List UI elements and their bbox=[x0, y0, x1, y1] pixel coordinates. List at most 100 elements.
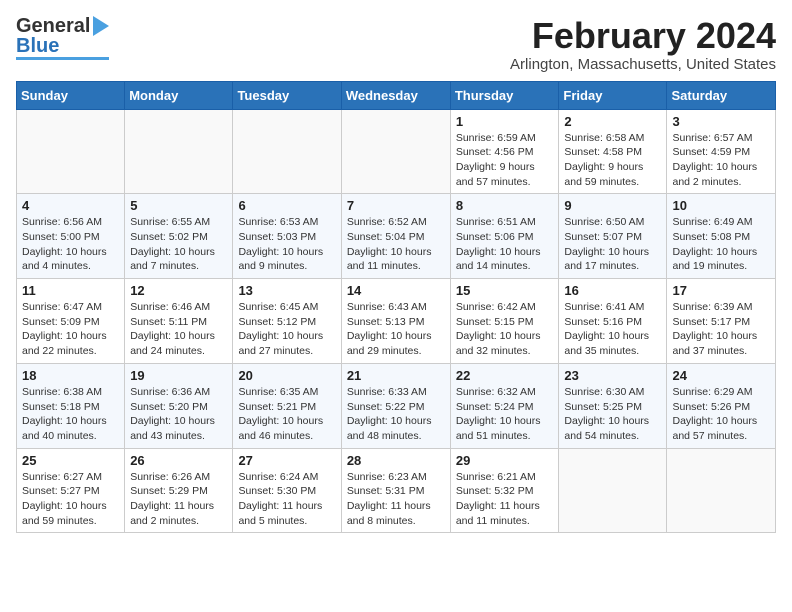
day-info: Sunrise: 6:42 AM Sunset: 5:15 PM Dayligh… bbox=[456, 300, 554, 359]
calendar-week-5: 25Sunrise: 6:27 AM Sunset: 5:27 PM Dayli… bbox=[17, 448, 776, 533]
day-info: Sunrise: 6:35 AM Sunset: 5:21 PM Dayligh… bbox=[238, 385, 335, 444]
day-number: 5 bbox=[130, 198, 227, 213]
calendar-cell bbox=[559, 448, 667, 533]
day-number: 13 bbox=[238, 283, 335, 298]
calendar-cell: 13 Sunrise: 6:45 AM Sunset: 5:12 PM Dayli… bbox=[233, 279, 341, 364]
logo-blue-text: Blue bbox=[16, 36, 109, 56]
calendar-cell: 8 Sunrise: 6:51 AM Sunset: 5:06 PM Daylig… bbox=[450, 194, 559, 279]
day-info: Sunrise: 6:23 AM Sunset: 5:31 PM Dayligh… bbox=[347, 470, 445, 529]
day-info: Sunrise: 6:36 AM Sunset: 5:20 PM Dayligh… bbox=[130, 385, 227, 444]
calendar-cell: 2Sunrise: 6:58 AM Sunset: 4:58 PM Daylig… bbox=[559, 109, 667, 194]
calendar-cell: 5 Sunrise: 6:55 AM Sunset: 5:02 PM Daylig… bbox=[125, 194, 233, 279]
day-number: 11 bbox=[22, 283, 119, 298]
calendar-week-1: 1 Sunrise: 6:59 AM Sunset: 4:56 PM Daylig… bbox=[17, 109, 776, 194]
calendar-cell: 24 Sunrise: 6:29 AM Sunset: 5:26 PM Dayli… bbox=[667, 363, 776, 448]
calendar-cell: 14 Sunrise: 6:43 AM Sunset: 5:13 PM Dayli… bbox=[341, 279, 450, 364]
calendar-cell bbox=[667, 448, 776, 533]
day-number: 23 bbox=[564, 368, 661, 383]
day-info: Sunrise: 6:49 AM Sunset: 5:08 PM Dayligh… bbox=[672, 215, 770, 274]
calendar-week-4: 18 Sunrise: 6:38 AM Sunset: 5:18 PM Dayli… bbox=[17, 363, 776, 448]
day-number: 24 bbox=[672, 368, 770, 383]
calendar-cell: 26 Sunrise: 6:26 AM Sunset: 5:29 PM Dayli… bbox=[125, 448, 233, 533]
day-number: 20 bbox=[238, 368, 335, 383]
calendar-cell: 22 Sunrise: 6:32 AM Sunset: 5:24 PM Dayli… bbox=[450, 363, 559, 448]
day-number: 7 bbox=[347, 198, 445, 213]
calendar-cell: 28 Sunrise: 6:23 AM Sunset: 5:31 PM Dayli… bbox=[341, 448, 450, 533]
day-info: Sunrise: 6:50 AM Sunset: 5:07 PM Dayligh… bbox=[564, 215, 661, 274]
column-header-tuesday: Tuesday bbox=[233, 81, 341, 109]
day-info: Sunrise: 6:57 AM Sunset: 4:59 PM Dayligh… bbox=[672, 131, 770, 190]
calendar-title: February 2024 bbox=[510, 16, 776, 56]
calendar-cell bbox=[17, 109, 125, 194]
day-number: 28 bbox=[347, 453, 445, 468]
column-header-monday: Monday bbox=[125, 81, 233, 109]
day-number: 4 bbox=[22, 198, 119, 213]
calendar-week-3: 11 Sunrise: 6:47 AM Sunset: 5:09 PM Dayli… bbox=[17, 279, 776, 364]
day-number: 6 bbox=[238, 198, 335, 213]
page-header: General Blue February 2024 Arlington, Ma… bbox=[16, 16, 776, 73]
calendar-cell: 12Sunrise: 6:46 AM Sunset: 5:11 PM Dayli… bbox=[125, 279, 233, 364]
day-info: Sunrise: 6:55 AM Sunset: 5:02 PM Dayligh… bbox=[130, 215, 227, 274]
day-info: Sunrise: 6:39 AM Sunset: 5:17 PM Dayligh… bbox=[672, 300, 770, 359]
calendar-cell: 3 Sunrise: 6:57 AM Sunset: 4:59 PM Daylig… bbox=[667, 109, 776, 194]
day-info: Sunrise: 6:29 AM Sunset: 5:26 PM Dayligh… bbox=[672, 385, 770, 444]
day-info: Sunrise: 6:59 AM Sunset: 4:56 PM Dayligh… bbox=[456, 131, 554, 190]
calendar-cell: 19Sunrise: 6:36 AM Sunset: 5:20 PM Dayli… bbox=[125, 363, 233, 448]
calendar-week-2: 4Sunrise: 6:56 AM Sunset: 5:00 PM Daylig… bbox=[17, 194, 776, 279]
logo: General Blue bbox=[16, 16, 109, 60]
day-number: 21 bbox=[347, 368, 445, 383]
calendar-cell: 10 Sunrise: 6:49 AM Sunset: 5:08 PM Dayli… bbox=[667, 194, 776, 279]
calendar-cell: 6Sunrise: 6:53 AM Sunset: 5:03 PM Daylig… bbox=[233, 194, 341, 279]
logo-arrow-icon bbox=[93, 16, 109, 36]
day-info: Sunrise: 6:21 AM Sunset: 5:32 PM Dayligh… bbox=[456, 470, 554, 529]
day-number: 8 bbox=[456, 198, 554, 213]
logo-underline bbox=[16, 57, 109, 60]
calendar-cell: 11 Sunrise: 6:47 AM Sunset: 5:09 PM Dayli… bbox=[17, 279, 125, 364]
day-info: Sunrise: 6:41 AM Sunset: 5:16 PM Dayligh… bbox=[564, 300, 661, 359]
day-info: Sunrise: 6:47 AM Sunset: 5:09 PM Dayligh… bbox=[22, 300, 119, 359]
day-info: Sunrise: 6:26 AM Sunset: 5:29 PM Dayligh… bbox=[130, 470, 227, 529]
day-number: 18 bbox=[22, 368, 119, 383]
day-number: 16 bbox=[564, 283, 661, 298]
calendar-cell: 27Sunrise: 6:24 AM Sunset: 5:30 PM Dayli… bbox=[233, 448, 341, 533]
calendar-cell: 9Sunrise: 6:50 AM Sunset: 5:07 PM Daylig… bbox=[559, 194, 667, 279]
day-info: Sunrise: 6:52 AM Sunset: 5:04 PM Dayligh… bbox=[347, 215, 445, 274]
day-number: 14 bbox=[347, 283, 445, 298]
title-block: February 2024 Arlington, Massachusetts, … bbox=[510, 16, 776, 73]
calendar-cell: 15 Sunrise: 6:42 AM Sunset: 5:15 PM Dayli… bbox=[450, 279, 559, 364]
day-info: Sunrise: 6:32 AM Sunset: 5:24 PM Dayligh… bbox=[456, 385, 554, 444]
calendar-cell: 4Sunrise: 6:56 AM Sunset: 5:00 PM Daylig… bbox=[17, 194, 125, 279]
column-header-sunday: Sunday bbox=[17, 81, 125, 109]
day-info: Sunrise: 6:38 AM Sunset: 5:18 PM Dayligh… bbox=[22, 385, 119, 444]
day-number: 22 bbox=[456, 368, 554, 383]
day-number: 17 bbox=[672, 283, 770, 298]
calendar-cell: 29 Sunrise: 6:21 AM Sunset: 5:32 PM Dayli… bbox=[450, 448, 559, 533]
calendar-cell bbox=[125, 109, 233, 194]
day-info: Sunrise: 6:45 AM Sunset: 5:12 PM Dayligh… bbox=[238, 300, 335, 359]
day-info: Sunrise: 6:51 AM Sunset: 5:06 PM Dayligh… bbox=[456, 215, 554, 274]
logo-general-text: General bbox=[16, 16, 90, 36]
calendar-cell: 18 Sunrise: 6:38 AM Sunset: 5:18 PM Dayli… bbox=[17, 363, 125, 448]
calendar-cell: 1 Sunrise: 6:59 AM Sunset: 4:56 PM Daylig… bbox=[450, 109, 559, 194]
day-number: 29 bbox=[456, 453, 554, 468]
day-number: 2 bbox=[564, 114, 661, 129]
calendar-cell: 7 Sunrise: 6:52 AM Sunset: 5:04 PM Daylig… bbox=[341, 194, 450, 279]
day-info: Sunrise: 6:30 AM Sunset: 5:25 PM Dayligh… bbox=[564, 385, 661, 444]
calendar-cell: 25Sunrise: 6:27 AM Sunset: 5:27 PM Dayli… bbox=[17, 448, 125, 533]
column-header-thursday: Thursday bbox=[450, 81, 559, 109]
column-header-saturday: Saturday bbox=[667, 81, 776, 109]
day-number: 15 bbox=[456, 283, 554, 298]
day-info: Sunrise: 6:33 AM Sunset: 5:22 PM Dayligh… bbox=[347, 385, 445, 444]
day-number: 1 bbox=[456, 114, 554, 129]
day-number: 12 bbox=[130, 283, 227, 298]
calendar-location: Arlington, Massachusetts, United States bbox=[510, 56, 776, 73]
day-number: 3 bbox=[672, 114, 770, 129]
calendar-cell bbox=[233, 109, 341, 194]
day-number: 26 bbox=[130, 453, 227, 468]
day-info: Sunrise: 6:27 AM Sunset: 5:27 PM Dayligh… bbox=[22, 470, 119, 529]
calendar-cell: 23 Sunrise: 6:30 AM Sunset: 5:25 PM Dayli… bbox=[559, 363, 667, 448]
day-info: Sunrise: 6:24 AM Sunset: 5:30 PM Dayligh… bbox=[238, 470, 335, 529]
calendar-cell: 17 Sunrise: 6:39 AM Sunset: 5:17 PM Dayli… bbox=[667, 279, 776, 364]
day-number: 10 bbox=[672, 198, 770, 213]
day-info: Sunrise: 6:43 AM Sunset: 5:13 PM Dayligh… bbox=[347, 300, 445, 359]
